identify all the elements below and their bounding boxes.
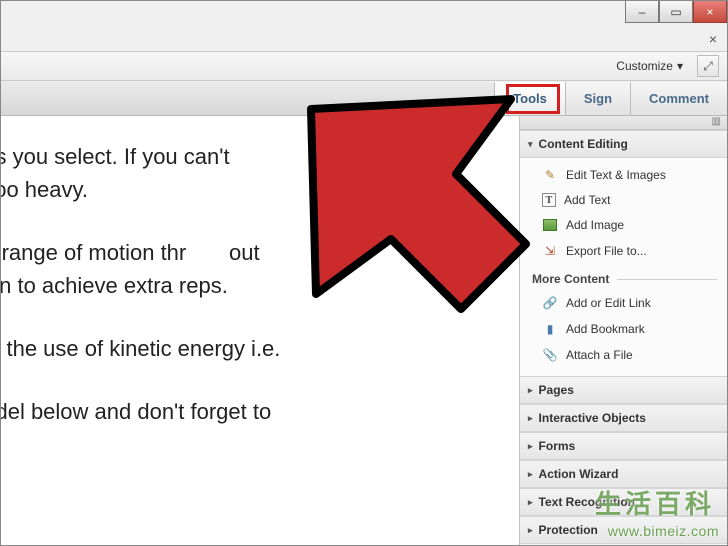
panel-options-strip[interactable]: ▥ (520, 116, 727, 130)
section-interactive-objects[interactable]: ▸ Interactive Objects (520, 404, 727, 432)
add-edit-link-item[interactable]: 🔗 Add or Edit Link (520, 290, 727, 316)
item-label: Edit Text & Images (566, 168, 666, 182)
document-line: oid the use of kinetic energy i.e. (1, 332, 521, 365)
customize-dropdown[interactable]: Customize ▾ (616, 59, 683, 73)
document-line: ads you select. If you can't s too heavy… (1, 140, 521, 206)
add-image-item[interactable]: Add Image (520, 212, 727, 238)
chevron-right-icon: ▸ (528, 441, 533, 452)
export-file-item[interactable]: ⇲ Export File to... (520, 238, 727, 264)
section-content-editing[interactable]: ▾ Content Editing (520, 130, 727, 158)
item-label: Export File to... (566, 244, 647, 258)
export-icon: ⇲ (542, 243, 558, 259)
content-editing-body: ✎ Edit Text & Images T Add Text Add Imag… (520, 158, 727, 376)
section-protection[interactable]: ▸ Protection (520, 516, 727, 544)
subheading-label: More Content (532, 272, 609, 286)
more-content-heading: More Content (520, 264, 727, 290)
panel-tabs: Tools Sign Comment (1, 82, 727, 116)
section-title: Text Recognition (539, 495, 635, 509)
link-icon: 🔗 (542, 295, 558, 311)
section-title: Forms (539, 439, 576, 453)
app-window: – ▭ × × Customize ▾ ⤢ Tools Sign Comment… (0, 0, 728, 546)
item-label: Attach a File (566, 348, 633, 362)
edit-icon: ✎ (542, 167, 558, 183)
tab-tools[interactable]: Tools (494, 82, 565, 115)
tools-panel: ▥ ▾ Content Editing ✎ Edit Text & Images… (519, 116, 727, 545)
minimize-button[interactable]: – (625, 1, 659, 23)
chevron-right-icon: ▸ (528, 469, 533, 480)
maximize-button[interactable]: ▭ (659, 1, 693, 23)
section-title: Content Editing (539, 137, 628, 151)
tab-comment[interactable]: Comment (630, 82, 727, 115)
document-view[interactable]: ads you select. If you can't s too heavy… (1, 116, 521, 545)
edit-text-images-item[interactable]: ✎ Edit Text & Images (520, 162, 727, 188)
image-icon (542, 217, 558, 233)
document-line: nodel below and don't forget to (1, 395, 521, 428)
secondary-close-button[interactable]: × (709, 31, 717, 47)
document-line: ed range of motion thr out ition to achi… (1, 236, 521, 302)
text-icon: T (542, 193, 556, 207)
item-label: Add Text (564, 193, 610, 207)
tab-sign[interactable]: Sign (565, 82, 630, 115)
attach-file-item[interactable]: 📎 Attach a File (520, 342, 727, 368)
section-title: Protection (539, 523, 598, 537)
window-controls: – ▭ × (625, 1, 727, 23)
chevron-down-icon: ▾ (528, 139, 533, 150)
chevron-right-icon: ▸ (528, 497, 533, 508)
section-pages[interactable]: ▸ Pages (520, 376, 727, 404)
bookmark-icon: ▮ (542, 321, 558, 337)
section-title: Interactive Objects (539, 411, 646, 425)
chevron-right-icon: ▸ (528, 413, 533, 424)
divider (617, 279, 717, 280)
item-label: Add Bookmark (566, 322, 645, 336)
caret-down-icon: ▾ (677, 59, 683, 73)
attach-icon: 📎 (542, 347, 558, 363)
section-forms[interactable]: ▸ Forms (520, 432, 727, 460)
section-action-wizard[interactable]: ▸ Action Wizard (520, 460, 727, 488)
section-text-recognition[interactable]: ▸ Text Recognition (520, 488, 727, 516)
add-text-item[interactable]: T Add Text (520, 188, 727, 212)
close-button[interactable]: × (693, 1, 727, 23)
chevron-right-icon: ▸ (528, 525, 533, 536)
expand-icon: ⤢ (703, 59, 713, 74)
chevron-right-icon: ▸ (528, 385, 533, 396)
fullscreen-button[interactable]: ⤢ (697, 55, 719, 77)
item-label: Add or Edit Link (566, 296, 651, 310)
item-label: Add Image (566, 218, 624, 232)
section-title: Action Wizard (539, 467, 619, 481)
add-bookmark-item[interactable]: ▮ Add Bookmark (520, 316, 727, 342)
section-title: Pages (539, 383, 574, 397)
customize-label: Customize (616, 59, 673, 73)
customize-toolbar: Customize ▾ ⤢ (1, 51, 727, 81)
